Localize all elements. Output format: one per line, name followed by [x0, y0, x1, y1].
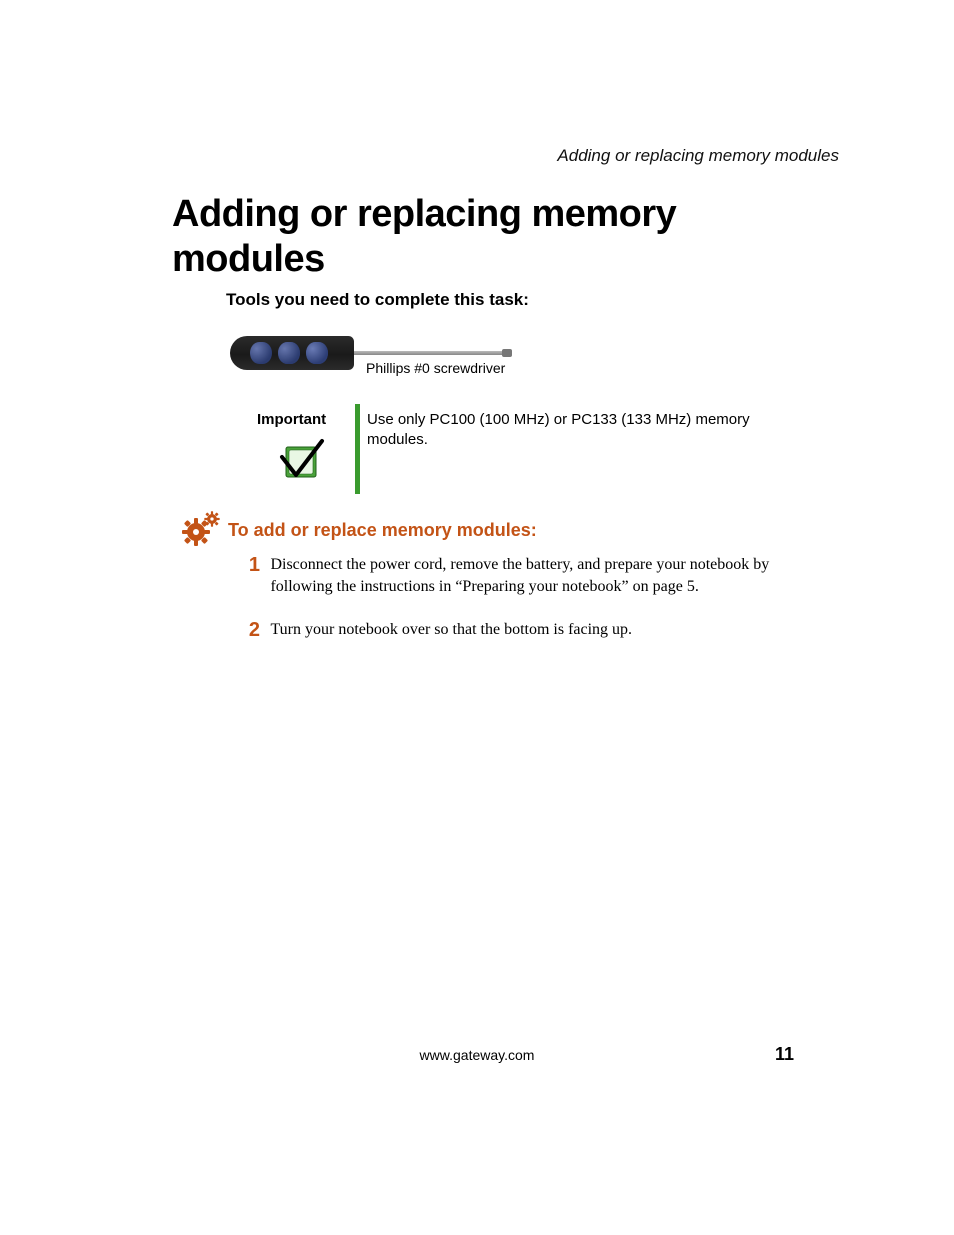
footer-url: www.gateway.com — [0, 1047, 954, 1063]
step-number: 2 — [238, 619, 260, 641]
tool-label: Phillips #0 screwdriver — [366, 360, 505, 376]
step-item: 2 Turn your notebook over so that the bo… — [238, 619, 798, 641]
page-number: 11 — [775, 1044, 794, 1065]
step-text: Disconnect the power cord, remove the ba… — [270, 554, 790, 597]
document-page: Adding or replacing memory modules Addin… — [0, 0, 954, 1235]
important-accent-bar — [355, 404, 360, 494]
checkmark-icon — [276, 435, 326, 485]
tools-heading: Tools you need to complete this task: — [226, 290, 529, 310]
procedure-heading: To add or replace memory modules: — [228, 520, 537, 541]
running-header: Adding or replacing memory modules — [557, 146, 839, 166]
step-text: Turn your notebook over so that the bott… — [270, 619, 790, 641]
important-text: Use only PC100 (100 MHz) or PC133 (133 M… — [367, 410, 762, 451]
important-label: Important — [257, 411, 326, 428]
step-number: 1 — [238, 554, 260, 576]
gears-icon — [179, 508, 223, 552]
step-item: 1 Disconnect the power cord, remove the … — [238, 554, 798, 597]
page-title: Adding or replacing memory modules — [172, 192, 772, 282]
